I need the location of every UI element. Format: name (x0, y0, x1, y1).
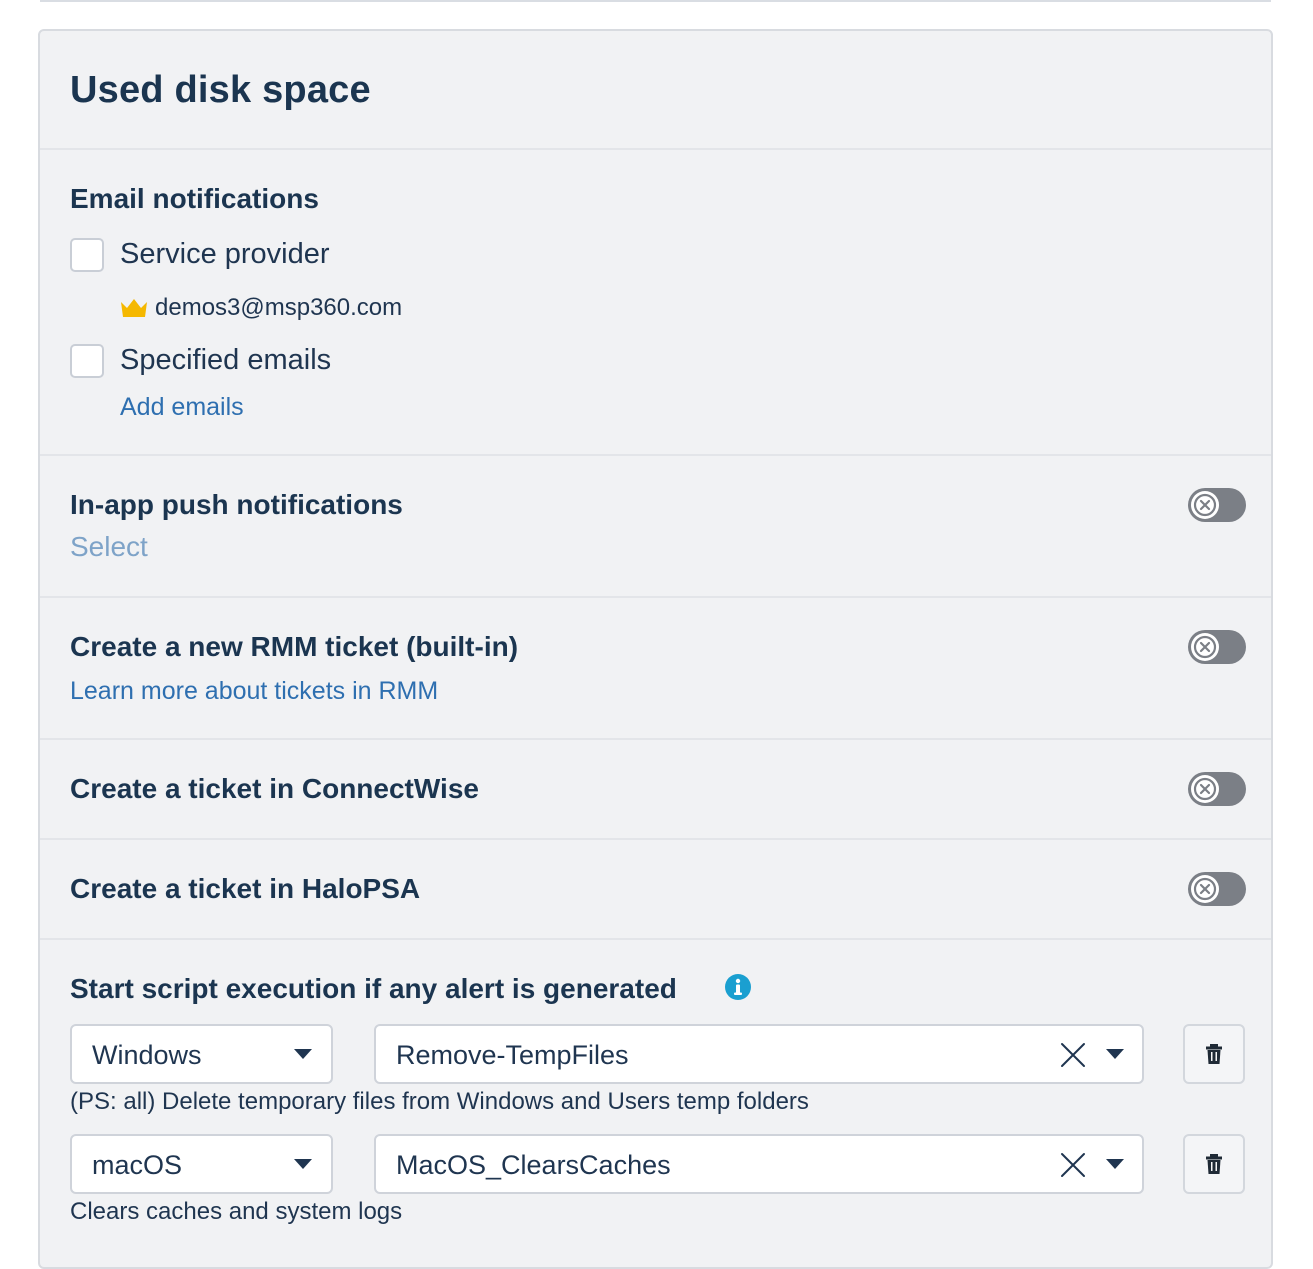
email-notifications-title: Email notifications (70, 183, 319, 214)
close-icon[interactable] (1059, 1151, 1087, 1179)
connectwise-ticket-toggle[interactable] (1188, 772, 1246, 806)
rmm-ticket-toggle[interactable] (1188, 630, 1246, 664)
top-divider (40, 0, 1271, 2)
in-app-push-title: In-app push notifications (70, 489, 403, 520)
divider (40, 738, 1271, 740)
script-select-value: Remove-TempFiles (396, 1040, 629, 1070)
rmm-ticket-title: Create a new RMM ticket (built-in) (70, 631, 519, 662)
halopsa-ticket-toggle[interactable] (1188, 872, 1246, 906)
service-provider-checkbox[interactable] (70, 238, 104, 272)
script-execution-title: Start script execution if any alert is g… (70, 973, 677, 1004)
in-app-push-toggle[interactable] (1188, 488, 1246, 522)
specified-emails-checkbox[interactable] (70, 344, 104, 378)
toggle-knob (1191, 633, 1219, 661)
script-select-macos[interactable]: MacOS_ClearsCaches (374, 1134, 1144, 1194)
divider (40, 454, 1271, 456)
halopsa-ticket-title: Create a ticket in HaloPSA (70, 873, 421, 904)
script-description: Clears caches and system logs (70, 1198, 403, 1225)
x-circle-icon (1193, 877, 1217, 901)
chevron-down-icon (294, 1049, 312, 1059)
in-app-select-link[interactable]: Select (70, 531, 148, 563)
learn-more-rmm-link[interactable]: Learn more about tickets in RMM (70, 677, 438, 706)
trash-icon (1206, 1044, 1222, 1064)
toggle-knob (1191, 875, 1219, 903)
os-select-value: Windows (92, 1040, 202, 1070)
provider-email: demos3@msp360.com (155, 294, 403, 321)
script-select-windows[interactable]: Remove-TempFiles (374, 1024, 1144, 1084)
trash-icon (1206, 1154, 1222, 1174)
divider (40, 938, 1271, 940)
divider (40, 838, 1271, 840)
crown-icon (121, 299, 147, 317)
x-circle-icon (1193, 493, 1217, 517)
add-emails-link[interactable]: Add emails (120, 393, 244, 422)
os-select-value: macOS (92, 1150, 183, 1180)
close-icon[interactable] (1059, 1041, 1087, 1069)
card-title: Used disk space (70, 69, 371, 111)
alert-settings-card: Used disk space Email notifications Serv… (38, 29, 1273, 1269)
os-select-macos[interactable]: macOS (70, 1134, 333, 1194)
info-icon[interactable] (724, 973, 752, 1001)
x-circle-icon (1193, 635, 1217, 659)
connectwise-ticket-title: Create a ticket in ConnectWise (70, 773, 479, 804)
toggle-knob (1191, 491, 1219, 519)
chevron-down-icon[interactable] (1106, 1159, 1124, 1169)
divider (40, 596, 1271, 598)
divider (40, 148, 1271, 150)
script-description: (PS: all) Delete temporary files from Wi… (70, 1088, 809, 1115)
toggle-knob (1191, 775, 1219, 803)
delete-script-button[interactable] (1183, 1134, 1245, 1194)
specified-emails-label[interactable]: Specified emails (120, 344, 331, 377)
x-circle-icon (1193, 777, 1217, 801)
chevron-down-icon[interactable] (1106, 1049, 1124, 1059)
script-select-value: MacOS_ClearsCaches (396, 1150, 671, 1180)
os-select-windows[interactable]: Windows (70, 1024, 333, 1084)
chevron-down-icon (294, 1159, 312, 1169)
provider-email-row: demos3@msp360.com (120, 293, 402, 323)
service-provider-label[interactable]: Service provider (120, 238, 330, 271)
delete-script-button[interactable] (1183, 1024, 1245, 1084)
